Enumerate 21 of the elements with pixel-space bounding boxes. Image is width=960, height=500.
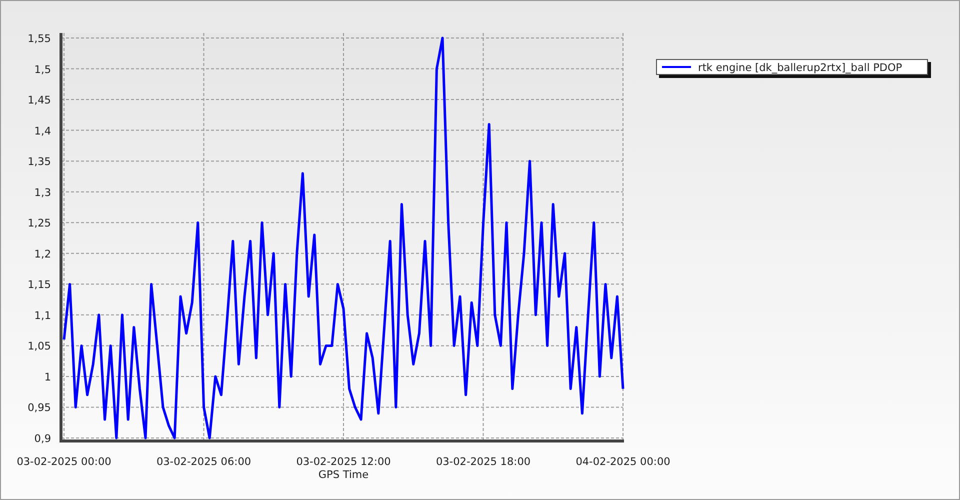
y-axis-label: 1,55	[28, 33, 51, 45]
y-axis-label: 1,25	[28, 218, 51, 230]
x-axis-label: 03-02-2025 06:00	[156, 456, 252, 468]
y-axis-label: 1,35	[28, 156, 51, 168]
x-axis-label: 04-02-2025 00:00	[576, 456, 670, 468]
x-axis-label: 03-02-2025 18:00	[436, 456, 531, 468]
x-axis-label: 03-02-2025 00:00	[16, 456, 112, 468]
y-axis-label: 1,05	[28, 340, 51, 353]
y-axis-label: 0,95	[28, 402, 51, 414]
y-axis-label: 1,15	[28, 279, 51, 292]
y-axis-label: 1,4	[34, 125, 51, 138]
x-axis-title: GPS Time	[318, 469, 369, 481]
y-axis-label: 1	[44, 371, 51, 384]
legend-label: rtk engine [dk_ballerup2rtx]_ball PDOP	[698, 62, 902, 74]
y-axis-label: 1,3	[34, 186, 51, 199]
y-axis-label: 0,9	[34, 433, 51, 445]
y-axis-label: 1,45	[28, 94, 51, 107]
y-axis-label: 1,2	[34, 248, 51, 260]
y-axis-label: 1,1	[34, 310, 51, 322]
x-axis-label: 03-02-2025 12:00	[296, 456, 391, 468]
y-axis-label: 1,5	[34, 64, 51, 76]
